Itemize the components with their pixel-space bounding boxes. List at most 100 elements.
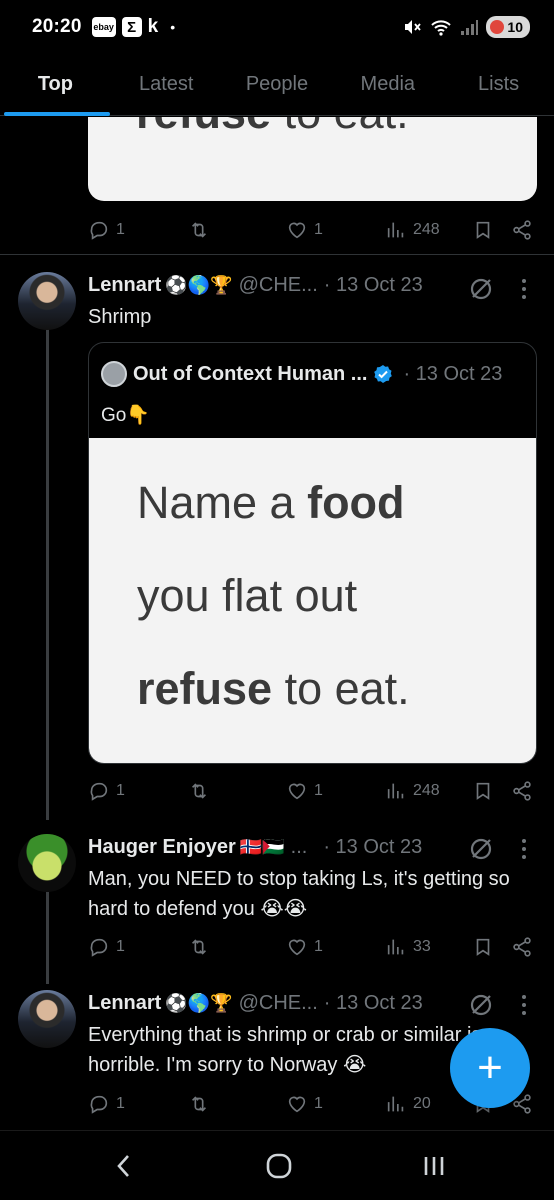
thread-line xyxy=(46,326,49,820)
k-icon: k xyxy=(147,16,159,37)
repost-icon xyxy=(191,222,207,238)
reply-count: 1 xyxy=(116,221,125,238)
bookmark-icon xyxy=(476,221,490,239)
nav-recents-button[interactable] xyxy=(414,1149,454,1183)
share-button[interactable] xyxy=(511,932,533,962)
heart-icon xyxy=(288,222,306,239)
views-button[interactable]: 248 xyxy=(385,776,440,806)
like-count: 1 xyxy=(314,1095,323,1112)
tab-top[interactable]: Top xyxy=(0,54,111,116)
like-count: 1 xyxy=(314,221,323,238)
views-button[interactable]: 33 xyxy=(385,932,431,962)
grok-icon[interactable] xyxy=(468,992,494,1018)
tweet-time[interactable]: · 13 Oct 23 xyxy=(323,836,422,859)
bookmark-button[interactable] xyxy=(472,932,494,962)
like-button[interactable]: 1 xyxy=(286,776,323,806)
author-emojis: 🇳🇴🇵🇸 xyxy=(239,837,285,857)
grok-icon[interactable] xyxy=(468,836,494,862)
share-button[interactable] xyxy=(511,215,533,245)
image-line: refuse to eat. xyxy=(137,642,536,735)
heart-icon xyxy=(288,939,306,956)
compose-button[interactable]: + xyxy=(450,1028,530,1108)
reply-button[interactable]: 1 xyxy=(88,215,125,245)
image-text-rest: to eat. xyxy=(271,117,409,138)
bookmark-icon xyxy=(476,782,490,800)
like-count: 1 xyxy=(314,782,323,799)
nav-back-button[interactable] xyxy=(104,1149,144,1183)
reply-button[interactable]: 1 xyxy=(88,1089,125,1119)
reply-button[interactable]: 1 xyxy=(88,932,125,962)
bookmark-button[interactable] xyxy=(472,776,494,806)
views-icon xyxy=(387,222,404,238)
avatar[interactable] xyxy=(18,834,76,892)
tab-people[interactable]: People xyxy=(222,54,333,115)
tweet-header: Lennart ⚽🌎🏆 @CHE... · 13 Oct 23 xyxy=(88,992,423,1015)
tweet-time[interactable]: · 13 Oct 23 xyxy=(324,992,423,1015)
battery-bolt-icon xyxy=(490,20,505,34)
like-button[interactable]: 1 xyxy=(286,932,323,962)
quote-text: Go👇 xyxy=(101,405,151,426)
tab-media[interactable]: Media xyxy=(332,54,443,115)
top-card-image[interactable]: refuse to eat. xyxy=(88,117,537,201)
nav-home-button[interactable] xyxy=(259,1149,299,1183)
like-button[interactable]: 1 xyxy=(286,215,323,245)
quoted-tweet[interactable]: Out of Context Human ... · 13 Oct 23 Go👇… xyxy=(88,342,537,764)
like-button[interactable]: 1 xyxy=(286,1089,323,1119)
reply-button[interactable]: 1 xyxy=(88,776,125,806)
more-icon[interactable] xyxy=(520,994,528,1016)
tweet-actions: 1 1 33 xyxy=(88,932,537,962)
tab-lists[interactable]: Lists xyxy=(443,54,554,115)
bookmark-button[interactable] xyxy=(472,215,494,245)
author-name[interactable]: Hauger Enjoyer xyxy=(88,836,236,859)
battery-indicator: 10 xyxy=(486,16,530,38)
home-icon xyxy=(266,1153,292,1179)
more-icon[interactable] xyxy=(520,838,528,860)
reply-icon xyxy=(90,938,108,957)
top-card-image-text: refuse to eat. xyxy=(136,117,409,139)
author-handle[interactable]: ... xyxy=(291,836,308,859)
grok-icon[interactable] xyxy=(468,276,494,302)
tab-latest[interactable]: Latest xyxy=(111,54,222,115)
status-right: 10 xyxy=(402,16,530,38)
image-line-plain: you flat out xyxy=(137,570,358,621)
share-icon xyxy=(513,220,531,240)
views-button[interactable]: 248 xyxy=(385,215,440,245)
tweet-time[interactable]: · 13 Oct 23 xyxy=(324,274,423,297)
author-handle[interactable]: @CHE... xyxy=(239,992,318,1015)
author-handle[interactable]: @CHE... xyxy=(239,274,318,297)
reply-count: 1 xyxy=(116,782,125,799)
thread-line xyxy=(46,892,49,984)
recents-icon xyxy=(424,1157,444,1175)
author-name[interactable]: Lennart xyxy=(88,274,161,297)
views-count: 20 xyxy=(413,1095,431,1112)
status-app-icons: ebay Σ k • xyxy=(91,16,175,38)
author-emojis: ⚽🌎🏆 xyxy=(165,993,233,1013)
views-icon xyxy=(387,1096,404,1112)
author-name[interactable]: Lennart xyxy=(88,992,161,1015)
avatar[interactable] xyxy=(18,990,76,1048)
image-text-bold: refuse xyxy=(136,117,271,138)
reply-icon xyxy=(90,221,108,240)
author-emojis: ⚽🌎🏆 xyxy=(165,275,233,295)
views-icon xyxy=(387,939,404,955)
repost-button[interactable] xyxy=(188,932,210,962)
tweet-text: Shrimp xyxy=(88,306,152,328)
system-nav-bar xyxy=(0,1130,554,1200)
quote-image[interactable]: Name a food you flat out refuse to eat. xyxy=(89,438,536,763)
like-count: 1 xyxy=(314,938,323,955)
heart-icon xyxy=(288,1096,306,1113)
share-button[interactable] xyxy=(511,776,533,806)
avatar[interactable] xyxy=(18,272,76,330)
repost-button[interactable] xyxy=(188,1089,210,1119)
views-button[interactable]: 20 xyxy=(385,1089,431,1119)
repost-button[interactable] xyxy=(188,215,210,245)
repost-icon xyxy=(191,939,207,955)
repost-icon xyxy=(191,783,207,799)
repost-button[interactable] xyxy=(188,776,210,806)
avatar xyxy=(101,361,127,387)
tweet-header: Hauger Enjoyer 🇳🇴🇵🇸 ... · 13 Oct 23 xyxy=(88,836,422,859)
tweet-text: Man, you NEED to stop taking Ls, it's ge… xyxy=(88,868,510,920)
status-bar: 20:20 ebay Σ k • 10 xyxy=(0,0,554,54)
more-icon[interactable] xyxy=(520,278,528,300)
views-count: 248 xyxy=(413,782,440,799)
